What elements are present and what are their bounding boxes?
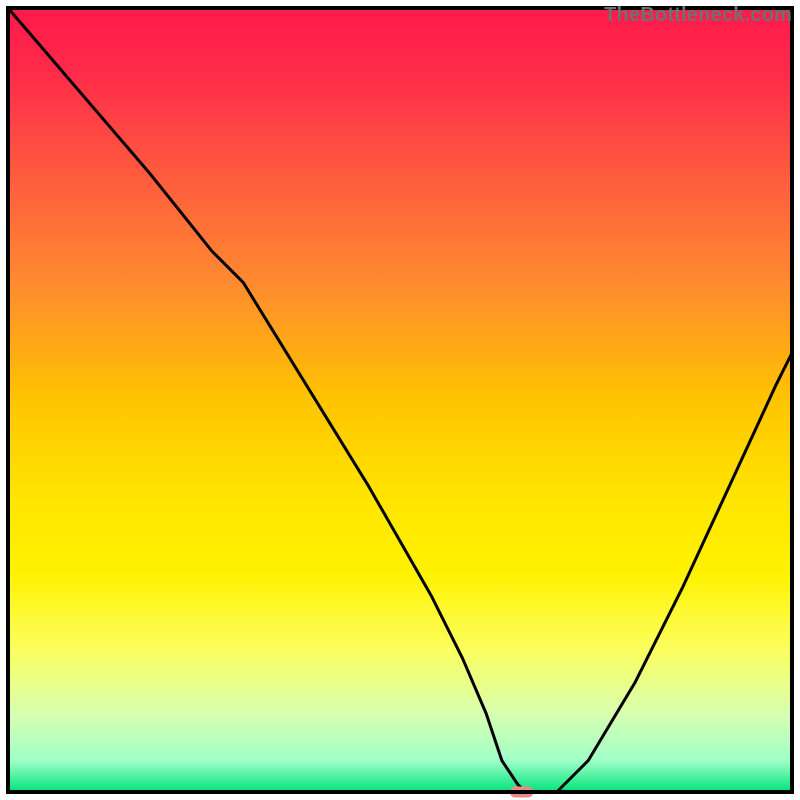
chart-container: TheBottleneck.com	[0, 0, 800, 800]
watermark-text: TheBottleneck.com	[604, 4, 792, 27]
chart-background	[8, 8, 792, 792]
bottleneck-chart	[0, 0, 800, 800]
